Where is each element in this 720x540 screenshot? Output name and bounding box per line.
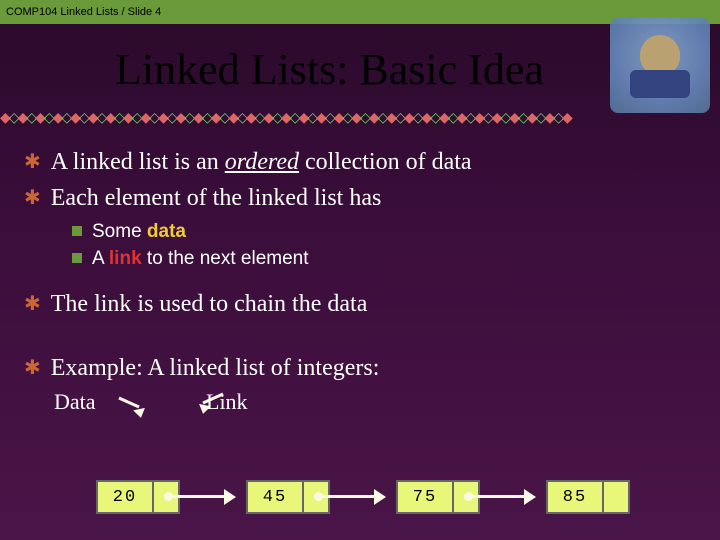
bullet-text: The link is used to chain the data xyxy=(51,288,368,320)
node-value: 85 xyxy=(546,480,604,514)
decorative-divider: ◆◇◆◇◆◇◆◇◆◇◆◇◆◇◆◇◆◇◆◇◆◇◆◇◆◇◆◇◆◇◆◇◆◇◆◇◆◇◆◇… xyxy=(0,110,720,126)
arrow-icon xyxy=(196,395,230,415)
node-value: 75 xyxy=(396,480,454,514)
text: to the next element xyxy=(142,248,309,269)
slide-header-text: COMP104 Linked Lists / Slide 4 xyxy=(6,6,161,18)
bullet-text: A linked list is an ordered collection o… xyxy=(51,146,472,178)
link-label: Link xyxy=(206,389,696,415)
content-area: ✱ A linked list is an ordered collection… xyxy=(0,116,720,419)
link-arrow-icon xyxy=(480,480,546,514)
sub-text: A link to the next element xyxy=(92,246,309,272)
text-bold: data xyxy=(147,221,186,242)
link-arrow-icon xyxy=(330,480,396,514)
text: Some xyxy=(92,221,147,242)
sub-bullet-2: A link to the next element xyxy=(72,246,696,272)
bullet-1: ✱ A linked list is an ordered collection… xyxy=(24,146,696,178)
text: collection of data xyxy=(299,149,472,175)
bullet-4: ✱ Example: A linked list of integers: xyxy=(24,352,696,384)
bullet-icon: ✱ xyxy=(24,355,41,384)
bullet-text: Example: A linked list of integers: xyxy=(51,352,380,384)
data-label: Data xyxy=(54,389,96,414)
node-pointer xyxy=(604,480,630,514)
text-emph: ordered xyxy=(225,149,299,175)
bullet-text: Each element of the linked list has xyxy=(51,182,382,214)
sub-text: Some data xyxy=(92,219,186,245)
link-arrow-icon xyxy=(180,480,246,514)
bullet-3: ✱ The link is used to chain the data xyxy=(24,288,696,320)
bullet-icon: ✱ xyxy=(24,185,41,214)
node-value: 20 xyxy=(96,480,154,514)
node-value: 45 xyxy=(246,480,304,514)
list-node: 85 xyxy=(546,480,630,514)
slide-title: Linked Lists: Basic Idea xyxy=(115,44,720,95)
linked-list-diagram: 20 45 75 85 xyxy=(96,478,700,516)
text: A xyxy=(92,248,109,269)
bullet-icon: ✱ xyxy=(24,149,41,178)
text-bold: link xyxy=(109,248,142,269)
title-area: Linked Lists: Basic Idea ◆◇◆◇◆◇◆◇◆◇◆◇◆◇◆… xyxy=(0,44,720,116)
text: A linked list is an xyxy=(51,149,225,175)
bullet-icon: ✱ xyxy=(24,291,41,320)
bullet-2: ✱ Each element of the linked list has xyxy=(24,182,696,214)
sub-bullet-1: Some data xyxy=(72,219,696,245)
square-icon xyxy=(72,226,82,236)
square-icon xyxy=(72,253,82,263)
arrow-icon xyxy=(112,399,146,419)
